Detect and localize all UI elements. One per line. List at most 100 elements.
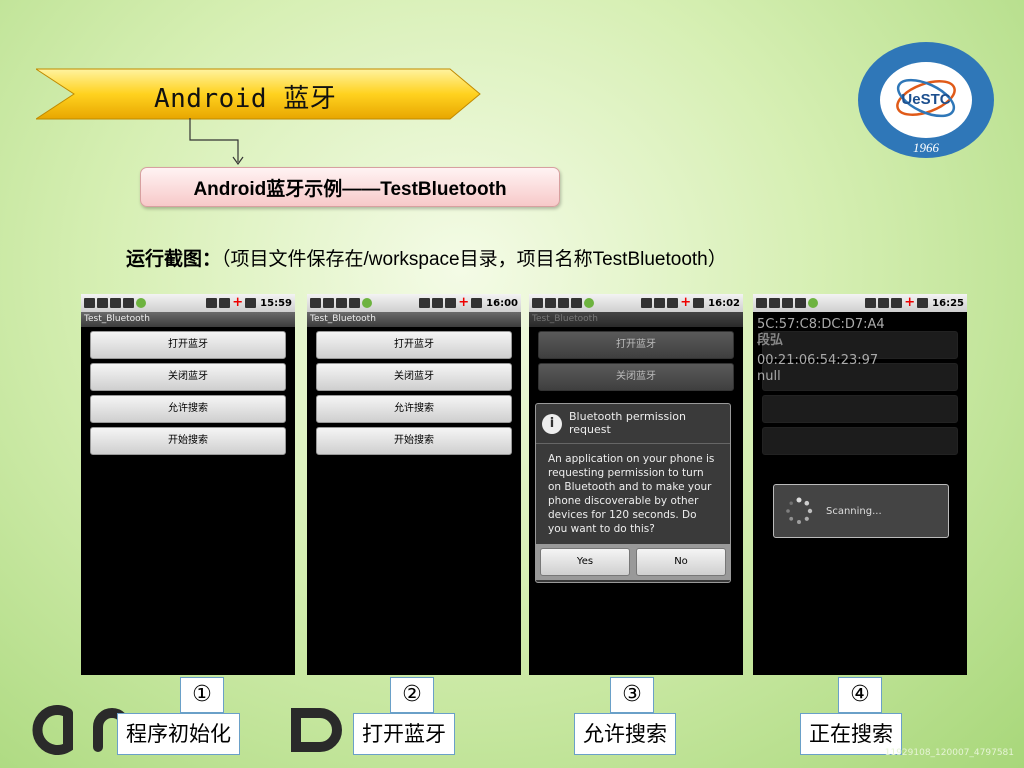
scan-results: 5C:57:C8:DC:D7:A4 段弘 00:21:06:54:23:97 n… [757, 317, 885, 385]
sd-card-icon [123, 298, 134, 308]
bluetooth-icon [419, 298, 431, 308]
android-icon [136, 298, 146, 308]
close-bluetooth-button[interactable]: 关闭蓝牙 [538, 363, 734, 391]
connector-arrow [189, 118, 244, 166]
device-address: 5C:57:C8:DC:D7:A4 [757, 317, 885, 332]
step-number-2: ② [390, 677, 434, 713]
app-title: Test_Bluetooth [529, 312, 743, 327]
plus-icon: + [904, 295, 916, 310]
battery-icon [917, 298, 929, 308]
signal-icon [667, 298, 679, 308]
slide-title: Android 蓝牙 [154, 84, 337, 114]
android-icon [808, 298, 818, 308]
device-name: 段弘 [757, 333, 784, 348]
dialog-no-button[interactable]: No [636, 548, 726, 576]
status-time: 15:59 [260, 297, 292, 309]
plus-icon: + [458, 295, 470, 310]
dimmed-button [762, 395, 958, 423]
mail-icon [310, 298, 321, 308]
vibrate-icon [432, 298, 444, 308]
dialog-buttons: Yes No [536, 544, 730, 580]
logo-year: 1966 [913, 140, 940, 155]
slide: Android 蓝牙 Android蓝牙示例——TestBluetooth 运行… [0, 0, 1024, 768]
device-address: 00:21:06:54:23:97 [757, 353, 879, 368]
dialog-header: i Bluetooth permission request [536, 404, 730, 444]
mail-icon [84, 298, 95, 308]
app-title: Test_Bluetooth [81, 312, 295, 327]
bluetooth-permission-dialog: i Bluetooth permission request An applic… [535, 403, 731, 583]
watermark: 11929108_120007_4797581 [884, 748, 1014, 758]
phone-screenshot-1: +15:59 Test_Bluetooth 打开蓝牙 关闭蓝牙 允许搜索 开始搜… [81, 294, 295, 675]
step-number-4: ④ [838, 677, 882, 713]
signal-icon [445, 298, 457, 308]
status-time: 16:00 [486, 297, 518, 309]
usb-icon [558, 298, 569, 308]
device-name: null [757, 369, 781, 384]
status-time: 16:02 [708, 297, 740, 309]
start-search-button[interactable]: 开始搜索 [90, 427, 286, 455]
info-icon: i [542, 414, 562, 434]
status-bar: +15:59 [81, 294, 295, 312]
dialog-title: Bluetooth permission request [569, 410, 686, 436]
phone-screenshot-4: +16:25 5C:57:C8:DC:D7:A4 段弘 00:21:06:54:… [753, 294, 967, 675]
caption: 运行截图：（项目文件保存在/workspace目录，项目名称TestBlueto… [126, 244, 727, 271]
dialog-yes-button[interactable]: Yes [540, 548, 630, 576]
scanning-progress-dialog: Scanning... [773, 484, 949, 538]
close-bluetooth-button[interactable]: 关闭蓝牙 [316, 363, 512, 391]
bluetooth-icon [865, 298, 877, 308]
subtitle-box: Android蓝牙示例——TestBluetooth [140, 167, 560, 207]
battery-icon [245, 298, 257, 308]
step-label-3: 允许搜索 [574, 713, 676, 755]
usb-icon [782, 298, 793, 308]
dimmed-button [762, 427, 958, 455]
battery-icon [693, 298, 705, 308]
phone-screenshot-3: +16:02 Test_Bluetooth 打开蓝牙 关闭蓝牙 i Blueto… [529, 294, 743, 675]
mail-icon [756, 298, 767, 308]
usb-icon [336, 298, 347, 308]
mail-icon [532, 298, 543, 308]
android-icon [584, 298, 594, 308]
uestc-logo-icon: UeSTC 1966 [858, 42, 994, 158]
status-bar: +16:25 [753, 294, 967, 312]
spinner-icon [786, 497, 813, 524]
usb-icon [323, 298, 334, 308]
sd-card-icon [571, 298, 582, 308]
step-label-2: 打开蓝牙 [353, 713, 455, 755]
signal-icon [219, 298, 231, 308]
usb-icon [769, 298, 780, 308]
phone-screenshot-2: +16:00 Test_Bluetooth 打开蓝牙 关闭蓝牙 允许搜索 开始搜… [307, 294, 521, 675]
vibrate-icon [878, 298, 890, 308]
status-bar: +16:02 [529, 294, 743, 312]
step-number-1: ① [180, 677, 224, 713]
sd-card-icon [795, 298, 806, 308]
logo-center-text: UeSTC [901, 91, 950, 108]
open-bluetooth-button[interactable]: 打开蓝牙 [90, 331, 286, 359]
status-bar: +16:00 [307, 294, 521, 312]
dialog-message: An application on your phone is requesti… [548, 453, 715, 535]
plus-icon: + [232, 295, 244, 310]
start-search-button[interactable]: 开始搜索 [316, 427, 512, 455]
usb-icon [97, 298, 108, 308]
usb-icon [110, 298, 121, 308]
sd-card-icon [349, 298, 360, 308]
usb-icon [545, 298, 556, 308]
caption-bold: 运行截图： [126, 249, 222, 270]
battery-icon [471, 298, 483, 308]
signal-icon [891, 298, 903, 308]
open-bluetooth-button[interactable]: 打开蓝牙 [538, 331, 734, 359]
bluetooth-icon [641, 298, 653, 308]
caption-rest: （项目文件保存在/workspace目录，项目名称TestBluetooth） [221, 249, 727, 270]
app-title: Test_Bluetooth [307, 312, 521, 327]
allow-discover-button[interactable]: 允许搜索 [316, 395, 512, 423]
vibrate-icon [206, 298, 218, 308]
android-icon [362, 298, 372, 308]
step-label-1: 程序初始化 [117, 713, 240, 755]
plus-icon: + [680, 295, 692, 310]
status-time: 16:25 [932, 297, 964, 309]
open-bluetooth-button[interactable]: 打开蓝牙 [316, 331, 512, 359]
allow-discover-button[interactable]: 允许搜索 [90, 395, 286, 423]
step-number-3: ③ [610, 677, 654, 713]
vibrate-icon [654, 298, 666, 308]
close-bluetooth-button[interactable]: 关闭蓝牙 [90, 363, 286, 391]
progress-text: Scanning... [826, 505, 882, 517]
